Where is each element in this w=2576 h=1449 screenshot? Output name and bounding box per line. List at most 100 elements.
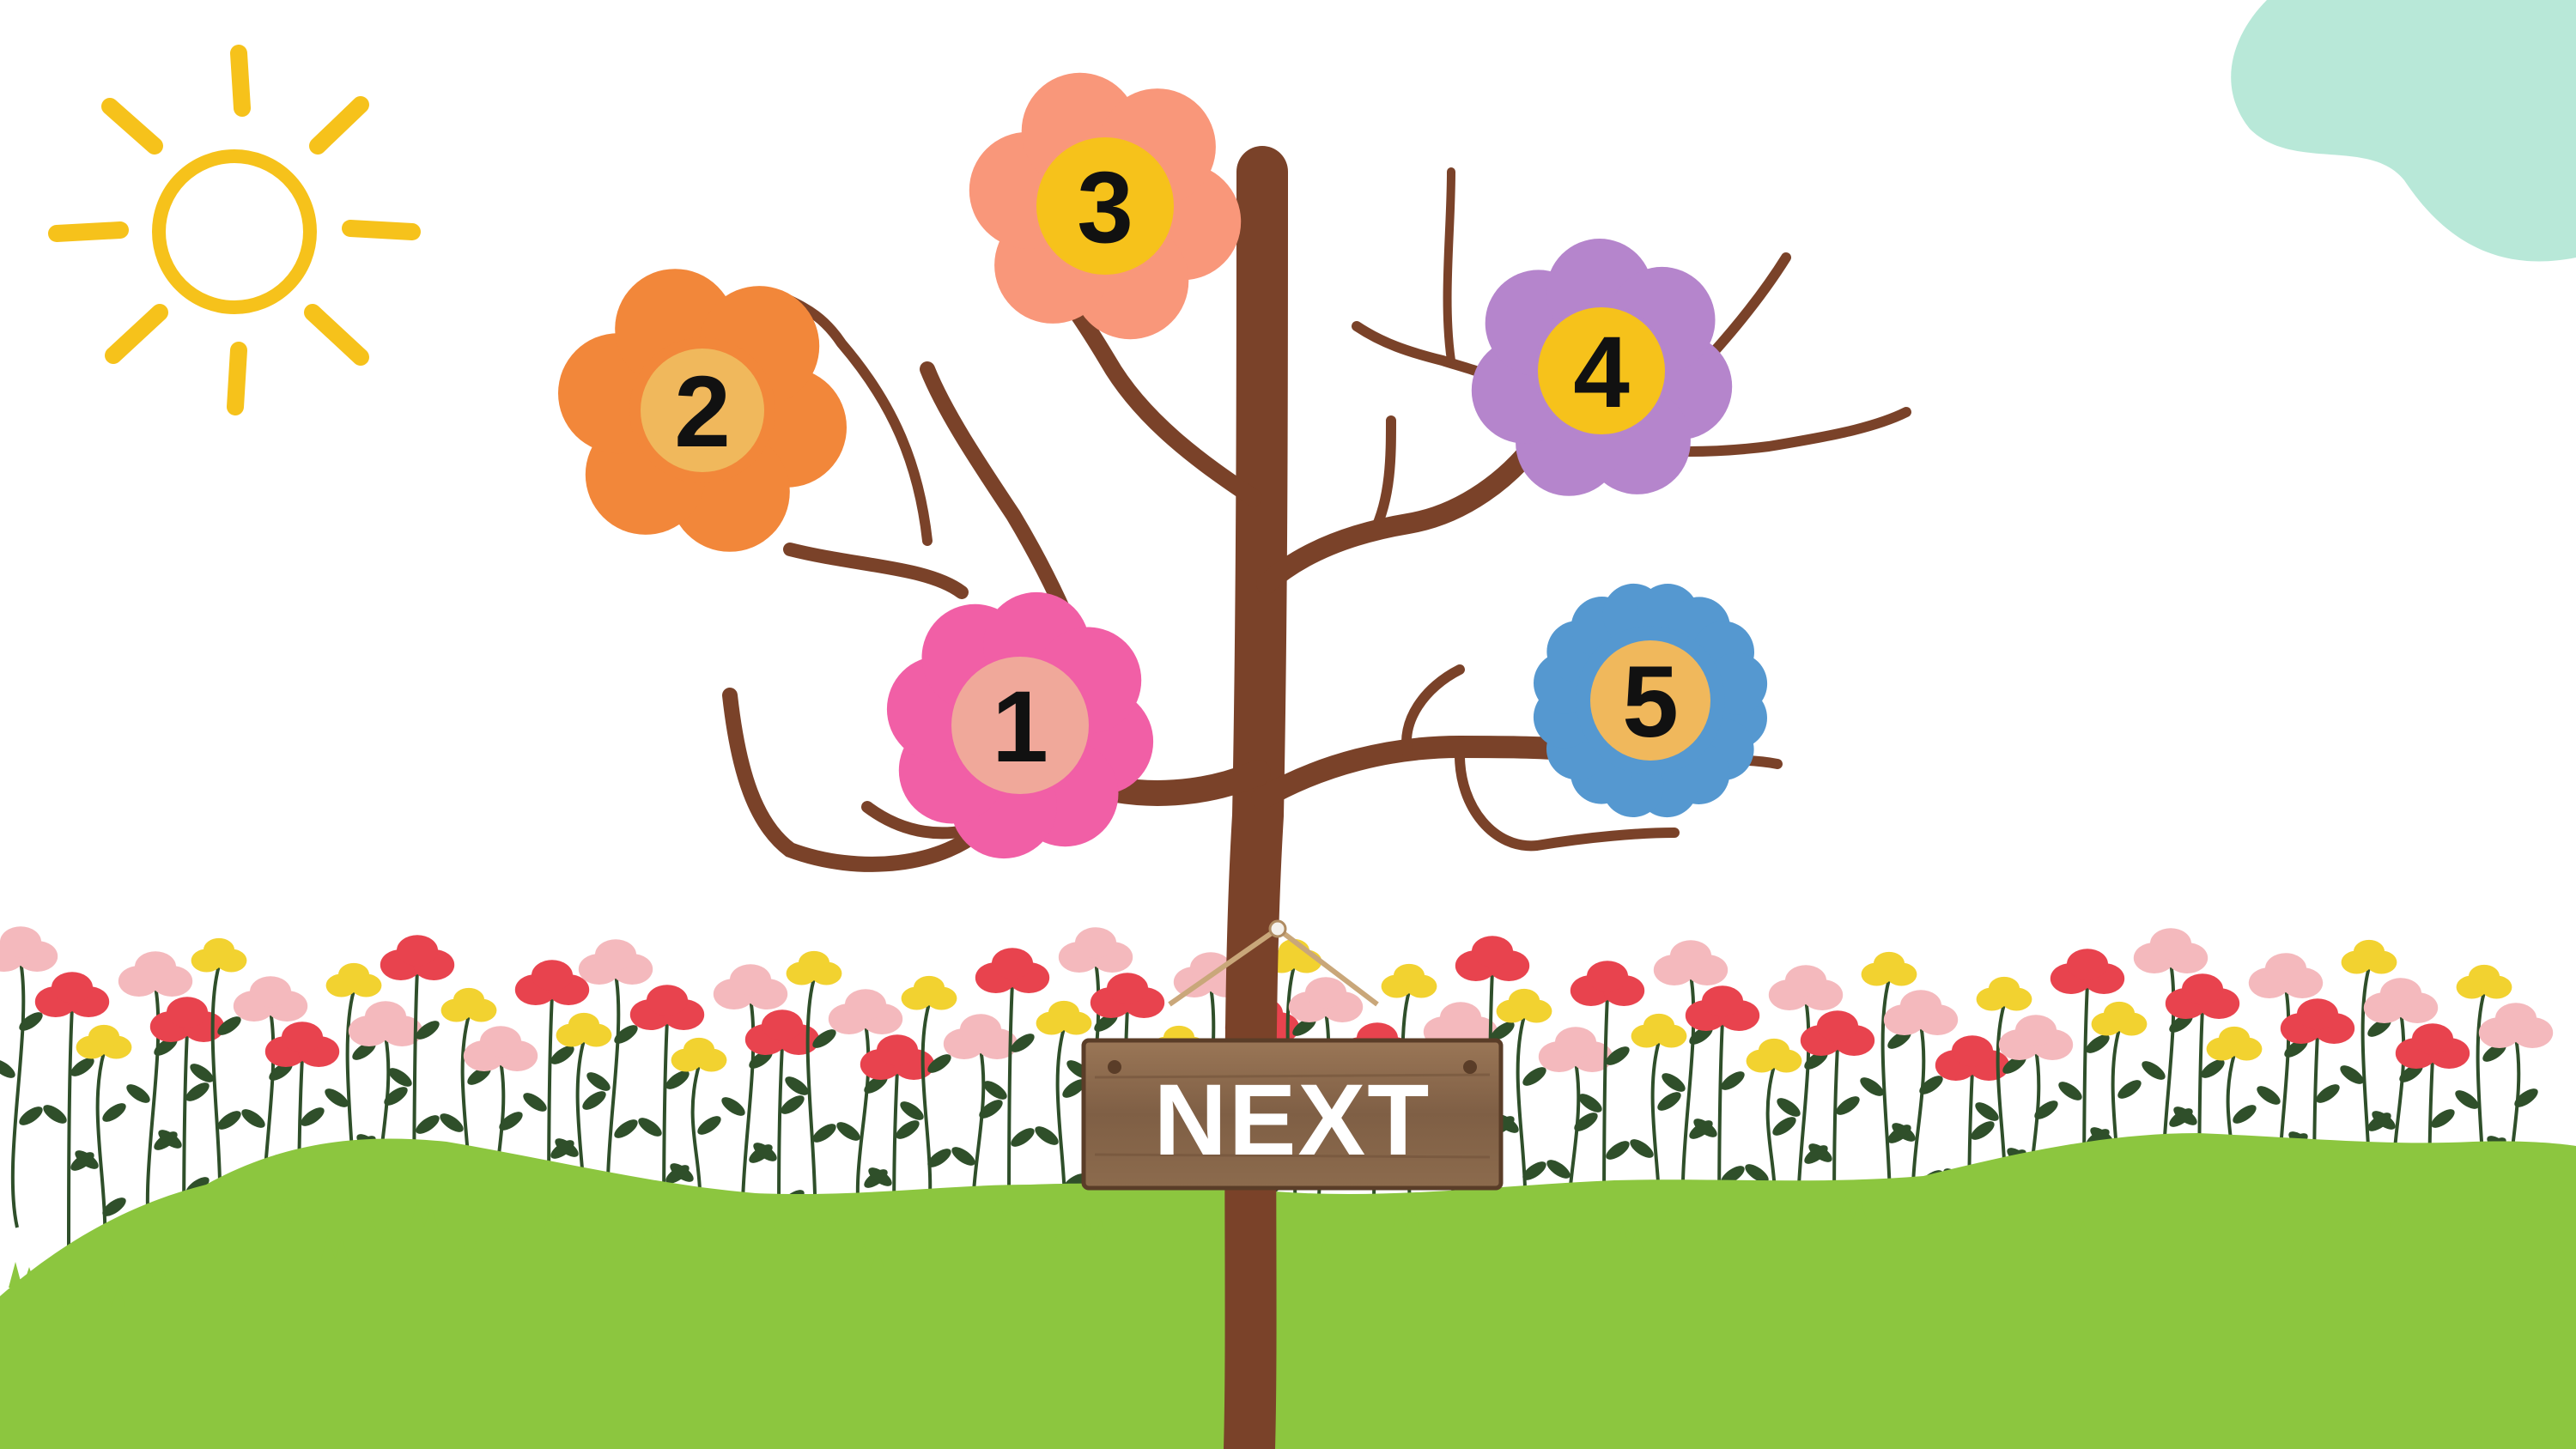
meadow-leaf	[523, 1093, 547, 1112]
meadow-leaf	[1546, 1160, 1571, 1179]
meadow-bloom	[2206, 1026, 2263, 1061]
meadow-bloom	[1631, 1013, 1687, 1048]
game-scene: 1 2 3 4 5 NEXT	[0, 0, 2576, 1449]
meadow-leaf	[43, 1105, 67, 1124]
meadow-bloom	[629, 985, 705, 1030]
meadow-leaf	[2316, 1084, 2340, 1103]
meadow-bloom	[1883, 990, 1959, 1035]
meadow-bloom	[2363, 978, 2439, 1023]
meadow-bloom	[1496, 988, 1552, 1023]
meadow-bloom	[191, 937, 247, 973]
meadow-bloom	[2341, 939, 2397, 974]
meadow-petal	[1509, 988, 1540, 1012]
meadow-petal	[595, 939, 636, 971]
meadow-petal	[135, 951, 176, 983]
meadow-petal	[992, 948, 1033, 979]
flower-number-2: 2	[674, 355, 731, 469]
meadow-petal	[532, 960, 573, 991]
meadow-petal	[2469, 964, 2500, 988]
meadow-bloom	[713, 964, 788, 1009]
meadow-petal	[338, 962, 369, 986]
meadow-petal	[1107, 973, 1148, 1004]
flower-number-3: 3	[1077, 151, 1133, 264]
meadow-bloom	[1768, 965, 1844, 1010]
meadow-bloom	[380, 935, 455, 980]
meadow-petal	[1817, 1010, 1858, 1042]
meadow-bloom	[118, 951, 193, 997]
meadow-bloom	[1685, 985, 1760, 1031]
meadow-stem	[67, 1006, 74, 1253]
meadow-petal	[88, 1024, 119, 1048]
meadow-bloom	[264, 1022, 340, 1067]
flower-button-1[interactable]: 1	[886, 591, 1154, 859]
meadow-petal	[250, 976, 291, 1008]
meadow-bloom	[578, 939, 653, 985]
meadow-petal	[167, 997, 208, 1028]
meadow-petal	[914, 975, 945, 999]
meadow-petal	[2219, 1026, 2250, 1050]
meadow-leaf	[896, 1120, 920, 1139]
meadow-leaf	[19, 1106, 43, 1125]
meadow-petal	[1075, 927, 1116, 959]
meadow-petal	[1785, 965, 1826, 997]
meadow-petal	[1587, 961, 1628, 992]
meadow-petal	[282, 1022, 323, 1053]
meadow-leaf	[301, 1107, 325, 1126]
meadow-petal	[568, 1012, 599, 1036]
meadow-petal	[397, 935, 438, 967]
meadow-bloom	[1538, 1027, 1613, 1072]
meadow-leaf	[721, 1097, 745, 1116]
meadow-stem	[10, 961, 26, 1228]
meadow-bloom	[1800, 1010, 1875, 1056]
meadow-petal	[2015, 1015, 2057, 1046]
flower-button-3[interactable]: 3	[969, 72, 1242, 340]
meadow-petal	[1670, 940, 1711, 972]
meadow-leaf	[1836, 1096, 1860, 1115]
meadow-petal	[2067, 949, 2108, 980]
sun-icon	[48, 45, 421, 415]
meadow-petal	[1048, 1000, 1079, 1024]
meadow-petal	[845, 989, 886, 1021]
meadow-petal	[2354, 939, 2385, 963]
meadow-bloom	[2165, 973, 2240, 1019]
meadow-petal	[960, 1014, 1001, 1046]
meadow-bloom	[1653, 940, 1728, 985]
meadow-bloom	[1861, 951, 1917, 986]
meadow-petal	[2412, 1023, 2453, 1055]
meadow-bloom	[0, 926, 58, 972]
meadow-leaf	[440, 1113, 464, 1132]
meadow-petal	[1305, 977, 1346, 1009]
meadow-petal	[1702, 985, 1743, 1017]
meadow-petal	[2495, 1003, 2537, 1034]
meadow-bloom	[2050, 949, 2125, 994]
meadow-leaf	[185, 1082, 210, 1101]
meadow-leaf	[586, 1072, 611, 1091]
meadow-petal	[52, 972, 93, 1003]
meadow-bloom	[901, 975, 957, 1010]
meadow-leaf	[1975, 1102, 1999, 1121]
meadow-leaf	[781, 1095, 805, 1114]
meadow-petal	[2265, 953, 2306, 985]
meadow-bloom	[556, 1012, 612, 1047]
meadow-leaf	[1772, 1117, 1796, 1136]
meadow-leaf	[2117, 1080, 2142, 1099]
meadow-bloom	[440, 987, 497, 1022]
flower-button-2[interactable]: 2	[558, 269, 847, 552]
meadow-petal	[762, 1009, 803, 1041]
meadow-bloom	[1746, 1038, 1802, 1073]
meadow-leaf	[1721, 1071, 1745, 1090]
sign-nail	[1463, 1060, 1477, 1074]
flower-number-4: 4	[1573, 316, 1630, 429]
meadow-bloom	[1455, 936, 1530, 981]
meadow-leaf	[1606, 1141, 1630, 1160]
meadow-bloom	[514, 960, 590, 1005]
next-label: NEXT	[1154, 1064, 1431, 1177]
meadow-leaf	[697, 1116, 721, 1135]
meadow-bloom	[325, 962, 382, 997]
flower-button-5[interactable]: 5	[1533, 583, 1768, 818]
meadow-leaf	[2142, 1061, 2166, 1080]
meadow-bloom	[671, 1037, 727, 1072]
meadow-bloom	[1381, 963, 1437, 998]
meadow-petal	[365, 1001, 406, 1033]
meadow-petal	[453, 987, 484, 1011]
